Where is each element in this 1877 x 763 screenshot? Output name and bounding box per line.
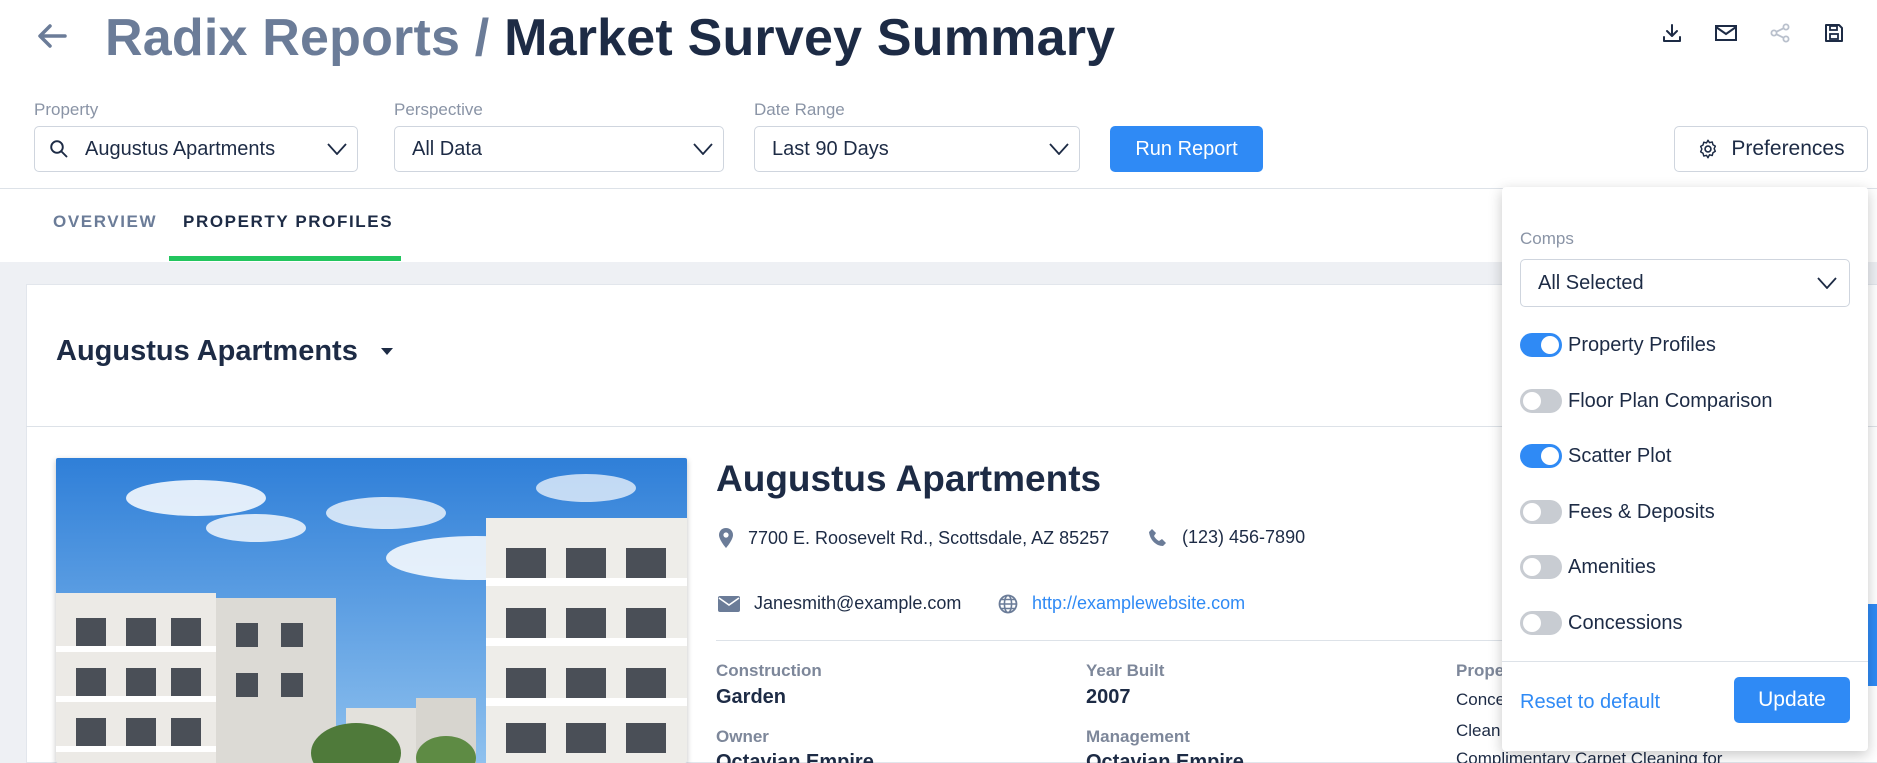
globe-icon	[998, 594, 1018, 614]
address-row: 7700 E. Roosevelt Rd., Scottsdale, AZ 85…	[718, 527, 1109, 549]
phone-icon	[1148, 528, 1168, 548]
gear-icon	[1697, 138, 1719, 160]
page-title: Radix Reports / Market Survey Summary	[105, 8, 1115, 68]
property-select[interactable]: Augustus Apartments	[34, 126, 358, 172]
toolbar	[1659, 20, 1847, 46]
date-range-select[interactable]: Last 90 Days	[754, 126, 1080, 172]
comps-select-value: All Selected	[1538, 271, 1644, 294]
save-icon[interactable]	[1821, 20, 1847, 46]
app-root: Radix Reports / Market Survey Summary Pr…	[0, 0, 1877, 763]
toggle-property-profiles[interactable]: Property Profiles	[1520, 333, 1716, 357]
toggle-scatter-plot[interactable]: Scatter Plot	[1520, 444, 1671, 468]
breadcrumb[interactable]: Radix Reports	[105, 9, 460, 67]
construction-label: Construction	[716, 661, 822, 680]
construction-value: Garden	[716, 686, 787, 708]
date-range-label: Date Range	[754, 100, 845, 119]
reset-to-default-link[interactable]: Reset to default	[1520, 691, 1660, 714]
property-selector-label: Augustus Apartments	[56, 335, 358, 367]
toggle-switch[interactable]	[1520, 333, 1562, 357]
preferences-button-label: Preferences	[1731, 137, 1845, 160]
toggle-switch[interactable]	[1520, 555, 1562, 579]
toggle-fees-deposits[interactable]: Fees & Deposits	[1520, 500, 1715, 524]
perspective-label: Perspective	[394, 100, 483, 119]
search-icon	[35, 139, 69, 159]
toggle-label: Amenities	[1568, 555, 1656, 578]
preferences-panel: Comps All Selected Property Profiles Flo…	[1502, 187, 1868, 751]
envelope-icon	[718, 595, 740, 612]
breadcrumb-separator: /	[474, 9, 490, 67]
toggle-switch[interactable]	[1520, 500, 1562, 524]
toggle-label: Scatter Plot	[1568, 444, 1672, 467]
third-column-line: Complimentary Carpet Cleaning for	[1456, 749, 1723, 763]
third-column-label: Prope	[1456, 661, 1505, 680]
chevron-down-icon	[317, 143, 357, 155]
property-photo	[56, 458, 687, 763]
phone-text: (123) 456-7890	[1182, 527, 1306, 547]
page-title-text: Market Survey Summary	[504, 9, 1116, 67]
third-column-line: Conce	[1456, 690, 1506, 709]
toggle-label: Fees & Deposits	[1568, 500, 1715, 523]
toggle-label: Property Profiles	[1568, 333, 1716, 356]
toggle-switch[interactable]	[1520, 611, 1562, 635]
toggle-amenities[interactable]: Amenities	[1520, 555, 1656, 579]
management-value: Octavian Empire	[1086, 751, 1244, 763]
year-built-value: 2007	[1086, 686, 1131, 708]
perspective-select[interactable]: All Data	[394, 126, 724, 172]
panel-divider	[1502, 661, 1868, 662]
owner-value: Octavian Empire	[716, 751, 874, 763]
third-column-line: Clean	[1456, 721, 1501, 740]
map-pin-icon	[718, 527, 734, 549]
run-report-button[interactable]: Run Report	[1110, 126, 1263, 172]
website-row: http://examplewebsite.com	[998, 593, 1245, 614]
active-tab-indicator	[169, 256, 401, 261]
chevron-down-icon	[1039, 143, 1079, 155]
mail-icon[interactable]	[1713, 20, 1739, 46]
toggle-floor-plan-comparison[interactable]: Floor Plan Comparison	[1520, 389, 1773, 413]
comps-label: Comps	[1520, 229, 1574, 248]
management-label: Management	[1086, 727, 1190, 746]
share-icon[interactable]	[1767, 20, 1793, 46]
property-label: Property	[34, 100, 99, 119]
year-built-label: Year Built	[1086, 661, 1165, 680]
toggle-concessions[interactable]: Concessions	[1520, 611, 1683, 635]
download-icon[interactable]	[1659, 20, 1685, 46]
tab-property-profiles[interactable]: PROPERTY PROFILES	[183, 212, 393, 232]
comps-select[interactable]: All Selected	[1520, 259, 1850, 307]
website-link[interactable]: http://examplewebsite.com	[1032, 593, 1245, 614]
property-select-value: Augustus Apartments	[85, 137, 276, 160]
caret-down-icon	[380, 347, 394, 356]
email-row: Janesmith@example.com	[718, 593, 961, 614]
address-text: 7700 E. Roosevelt Rd., Scottsdale, AZ 85…	[748, 527, 1110, 548]
chevron-down-icon	[683, 143, 723, 155]
property-name: Augustus Apartments	[716, 458, 1102, 499]
phone-row: (123) 456-7890	[1148, 527, 1305, 548]
property-selector[interactable]: Augustus Apartments	[56, 335, 394, 368]
tab-overview[interactable]: OVERVIEW	[53, 212, 157, 232]
toggle-switch[interactable]	[1520, 389, 1562, 413]
owner-label: Owner	[716, 727, 769, 746]
toggle-switch[interactable]	[1520, 444, 1562, 468]
arrow-left-icon[interactable]	[36, 18, 68, 54]
update-button[interactable]: Update	[1734, 677, 1850, 723]
chevron-down-icon	[1805, 277, 1849, 289]
toggle-label: Floor Plan Comparison	[1568, 389, 1773, 412]
email-text: Janesmith@example.com	[754, 593, 962, 613]
toggle-label: Concessions	[1568, 611, 1683, 634]
perspective-select-value: All Data	[412, 137, 483, 160]
date-range-select-value: Last 90 Days	[772, 137, 889, 160]
preferences-button[interactable]: Preferences	[1674, 126, 1868, 172]
